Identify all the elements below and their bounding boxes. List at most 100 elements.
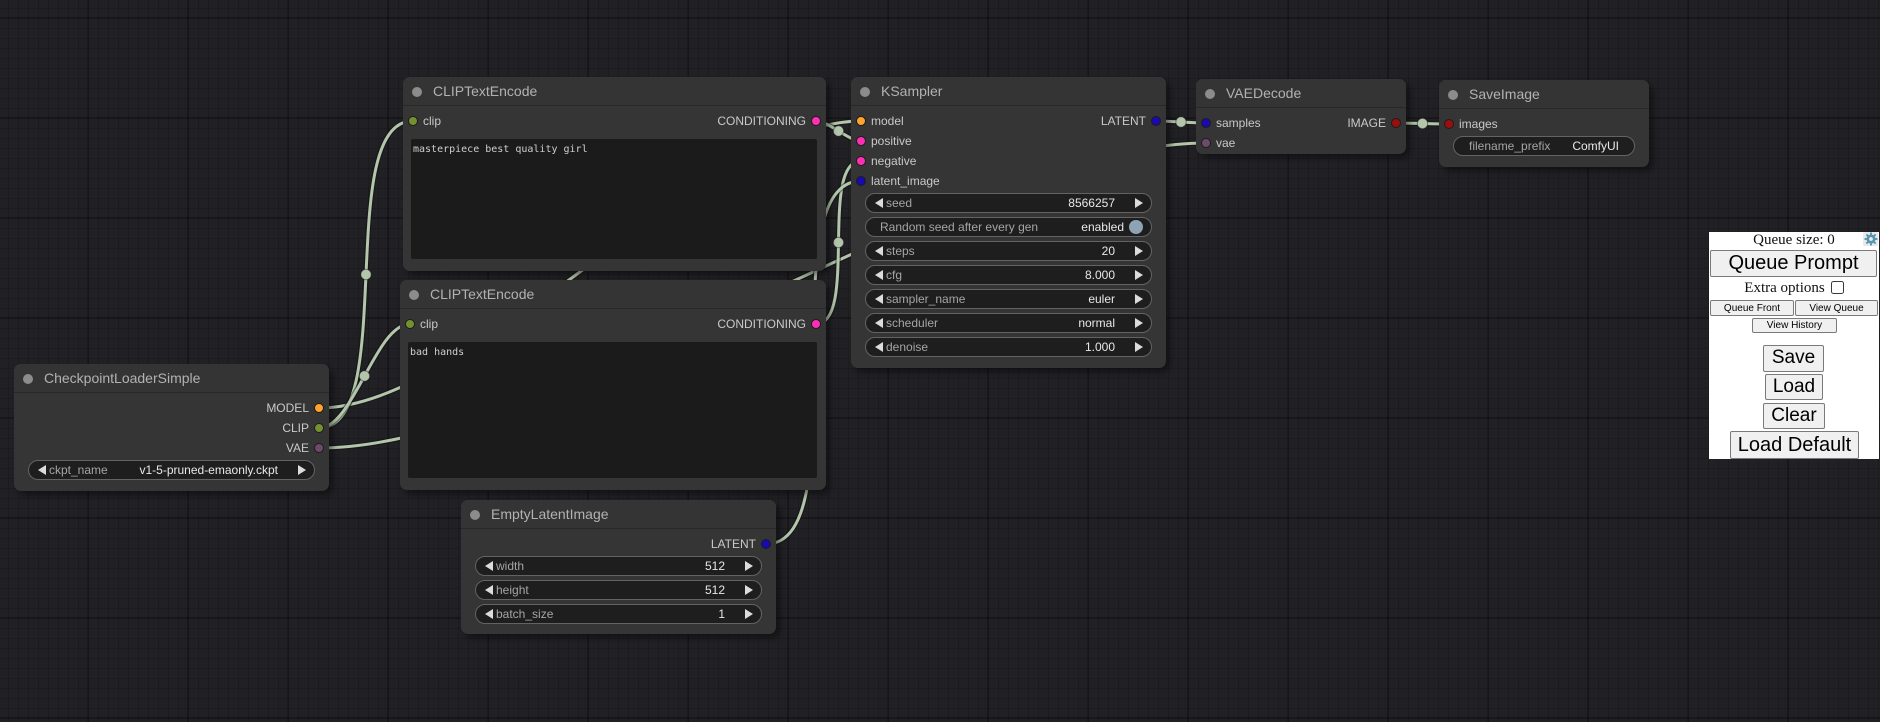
widget-increment-arrow[interactable] — [1135, 270, 1143, 280]
slot-dot-vae[interactable] — [1201, 138, 1211, 148]
widget-scheduler[interactable]: schedulernormal — [865, 313, 1152, 333]
link-midpoint-dot[interactable] — [1417, 118, 1427, 128]
view-history-button[interactable]: View History — [1752, 318, 1837, 333]
widget-steps[interactable]: steps20 — [865, 241, 1152, 261]
queue-front-button[interactable]: Queue Front — [1710, 300, 1794, 316]
widget-decrement-arrow[interactable] — [485, 585, 493, 595]
node-collapse-dot[interactable] — [409, 290, 419, 300]
node-cliptextencode[interactable]: CLIPTextEncodeclipCONDITIONING — [403, 77, 826, 271]
node-title-bar[interactable]: KSampler — [851, 77, 1166, 106]
queue-prompt-button[interactable]: Queue Prompt — [1710, 250, 1877, 277]
node-checkpointloadersimple[interactable]: CheckpointLoaderSimple MODELCLIPVAEckpt_n… — [14, 364, 329, 491]
widget-label: denoise — [886, 338, 928, 356]
prompt-textarea[interactable] — [408, 342, 817, 478]
node-vaedecode[interactable]: VAEDecodesamplesvaeIMAGE — [1196, 79, 1406, 154]
prompt-textarea[interactable] — [411, 139, 817, 259]
widget-filename-prefix[interactable]: filename_prefixComfyUI — [1453, 136, 1635, 156]
widget-increment-arrow[interactable] — [745, 561, 753, 571]
link-midpoint-dot[interactable] — [359, 371, 369, 381]
slot-dot-image[interactable] — [1391, 118, 1401, 128]
widget-seed[interactable]: seed8566257 — [865, 193, 1152, 213]
widget-random-seed-after-every-gen[interactable]: Random seed after every genenabled — [865, 217, 1152, 237]
node-emptylatentimage[interactable]: EmptyLatentImage LATENTwidth512 height512 b… — [461, 500, 776, 634]
link-midpoint-dot[interactable] — [1176, 117, 1186, 127]
output-slot-conditioning[interactable]: CONDITIONING — [403, 111, 826, 131]
input-slot-images[interactable]: images — [1439, 114, 1649, 134]
widget-decrement-arrow[interactable] — [875, 198, 883, 208]
widget-increment-arrow[interactable] — [1135, 294, 1143, 304]
output-slot-latent[interactable]: LATENT — [461, 534, 776, 554]
link-midpoint-dot[interactable] — [833, 237, 843, 247]
output-slot-latent[interactable]: LATENT — [851, 111, 1166, 131]
node-collapse-dot[interactable] — [470, 510, 480, 520]
node-ksampler[interactable]: KSamplermodelpositivenegativelatent_imag… — [851, 77, 1166, 368]
input-slot-negative[interactable]: negative — [851, 151, 1166, 171]
slot-dot-latent[interactable] — [856, 176, 866, 186]
link-midpoint-dot[interactable] — [361, 269, 371, 279]
widget-increment-arrow[interactable] — [1135, 246, 1143, 256]
view-queue-button[interactable]: View Queue — [1795, 300, 1878, 316]
widget-increment-arrow[interactable] — [1135, 318, 1143, 328]
output-slot-clip[interactable]: CLIP — [14, 418, 329, 438]
link-midpoint-dot[interactable] — [833, 126, 843, 136]
widget-increment-arrow[interactable] — [1135, 342, 1143, 352]
slot-dot-conditioning[interactable] — [811, 319, 821, 329]
node-collapse-dot[interactable] — [1205, 89, 1215, 99]
node-title: KSampler — [881, 77, 942, 106]
output-slot-model[interactable]: MODEL — [14, 398, 329, 418]
output-slot-image[interactable]: IMAGE — [1196, 113, 1406, 133]
slot-dot-image[interactable] — [1444, 119, 1454, 129]
slot-dot-vae[interactable] — [314, 443, 324, 453]
save-button[interactable]: Save — [1763, 345, 1824, 372]
slot-dot-conditioning[interactable] — [811, 116, 821, 126]
node-title-bar[interactable]: CLIPTextEncode — [400, 280, 826, 309]
widget-decrement-arrow[interactable] — [875, 294, 883, 304]
node-collapse-dot[interactable] — [412, 87, 422, 97]
widget-ckpt-name[interactable]: ckpt_namev1-5-pruned-emaonly.ckpt — [28, 460, 315, 480]
clear-button[interactable]: Clear — [1763, 403, 1825, 430]
slot-dot-latent[interactable] — [761, 539, 771, 549]
input-slot-positive[interactable]: positive — [851, 131, 1166, 151]
widget-sampler-name[interactable]: sampler_nameeuler — [865, 289, 1152, 309]
output-slot-vae[interactable]: VAE — [14, 438, 329, 458]
load-default-button[interactable]: Load Default — [1730, 431, 1859, 459]
slot-dot-conditioning[interactable] — [856, 156, 866, 166]
slot-dot-model[interactable] — [314, 403, 324, 413]
extra-options-checkbox[interactable] — [1831, 281, 1844, 294]
node-saveimage[interactable]: SaveImage imagesfilename_prefixComfyUI — [1439, 80, 1649, 167]
widget-decrement-arrow[interactable] — [875, 246, 883, 256]
slot-dot-conditioning[interactable] — [856, 136, 866, 146]
node-title-bar[interactable]: SaveImage — [1439, 80, 1649, 109]
input-slot-vae[interactable]: vae — [1196, 133, 1406, 153]
widget-height[interactable]: height512 — [475, 580, 762, 600]
widget-decrement-arrow[interactable] — [875, 318, 883, 328]
widget-decrement-arrow[interactable] — [485, 609, 493, 619]
widget-width[interactable]: width512 — [475, 556, 762, 576]
widget-increment-arrow[interactable] — [1135, 198, 1143, 208]
node-cliptextencode[interactable]: CLIPTextEncodeclipCONDITIONING — [400, 280, 826, 490]
widget-increment-arrow[interactable] — [298, 465, 306, 475]
node-collapse-dot[interactable] — [860, 87, 870, 97]
node-title-bar[interactable]: EmptyLatentImage — [461, 500, 776, 529]
node-title-bar[interactable]: VAEDecode — [1196, 79, 1406, 108]
slot-dot-clip[interactable] — [314, 423, 324, 433]
load-button[interactable]: Load — [1765, 374, 1823, 400]
node-collapse-dot[interactable] — [1448, 90, 1458, 100]
widget-increment-arrow[interactable] — [745, 609, 753, 619]
node-title-bar[interactable]: CheckpointLoaderSimple — [14, 364, 329, 393]
widget-decrement-arrow[interactable] — [485, 561, 493, 571]
widget-denoise[interactable]: denoise1.000 — [865, 337, 1152, 357]
widget-decrement-arrow[interactable] — [38, 465, 46, 475]
widget-cfg[interactable]: cfg8.000 — [865, 265, 1152, 285]
slot-dot-latent[interactable] — [1151, 116, 1161, 126]
widget-decrement-arrow[interactable] — [875, 342, 883, 352]
settings-button[interactable] — [1863, 232, 1878, 246]
toggle-on-dot[interactable] — [1129, 220, 1143, 234]
input-slot-latent-image[interactable]: latent_image — [851, 171, 1166, 191]
widget-decrement-arrow[interactable] — [875, 270, 883, 280]
node-collapse-dot[interactable] — [23, 374, 33, 384]
widget-batch-size[interactable]: batch_size1 — [475, 604, 762, 624]
node-title-bar[interactable]: CLIPTextEncode — [403, 77, 826, 106]
widget-increment-arrow[interactable] — [745, 585, 753, 595]
output-slot-conditioning[interactable]: CONDITIONING — [400, 314, 826, 334]
